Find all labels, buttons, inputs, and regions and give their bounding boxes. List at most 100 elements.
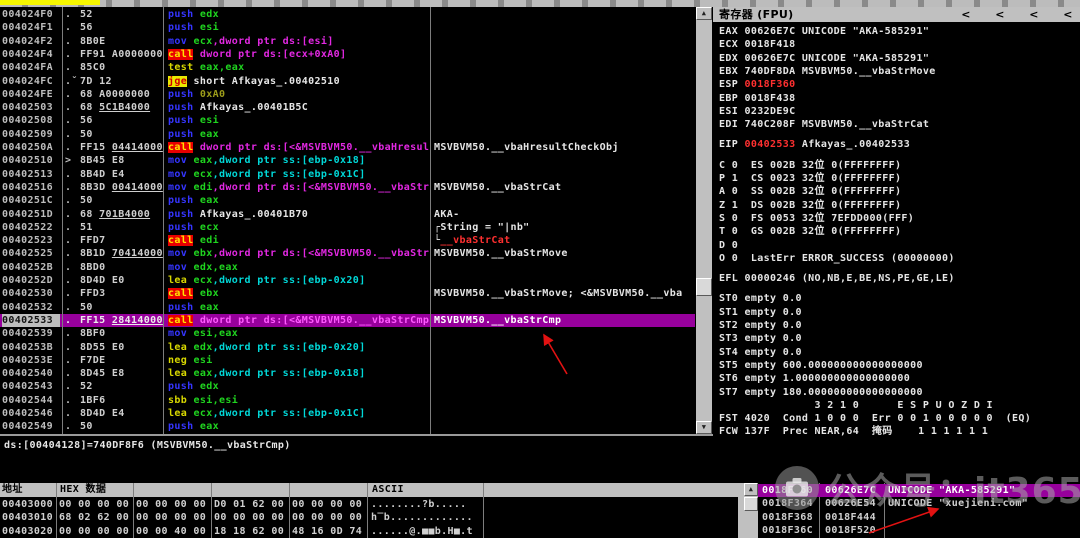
- address-cell[interactable]: 004024F0: [2, 8, 60, 21]
- register-line[interactable]: 3 2 1 0 E S P U O Z D I: [719, 399, 993, 412]
- disasm-row[interactable]: 004024FC.ˇ7D 12jge short Afkayas_.004025…: [0, 75, 695, 88]
- address-cell[interactable]: 00402530: [2, 287, 60, 300]
- disasm-row[interactable]: 00402543.52push edx: [0, 380, 695, 393]
- stack-row[interactable]: 0018F36C0018F520: [758, 524, 1080, 537]
- disasm-row[interactable]: 00402516.8B3D 00414000mov edi,dword ptr …: [0, 181, 695, 194]
- stack-row[interactable]: 0018F36400626E54UNICODE "xuejieni.com": [758, 497, 1080, 510]
- instruction[interactable]: mov edx,eax: [168, 261, 429, 274]
- collapse-button[interactable]: <: [1024, 7, 1044, 22]
- disasm-row[interactable]: 00402508.56push esi: [0, 114, 695, 127]
- disasm-row[interactable]: 00402533.FF15 28414000call dword ptr ds:…: [0, 314, 695, 327]
- instruction[interactable]: push ecx: [168, 221, 429, 234]
- address-cell[interactable]: 00402544: [2, 394, 60, 407]
- address-cell[interactable]: 00402510: [2, 154, 60, 167]
- scrollbar-thumb[interactable]: [744, 497, 758, 511]
- dump-row[interactable]: 0040301068 02 62 0000 00 00 0000 00 00 0…: [0, 511, 738, 524]
- address-cell[interactable]: 004024F2: [2, 35, 60, 48]
- register-line[interactable]: S 0 FS 0053 32位 7EFDD000(FFF): [719, 212, 914, 225]
- register-line[interactable]: FST 4020 Cond 1 0 0 0 Err 0 0 1 0 0 0 0 …: [719, 412, 1031, 425]
- instruction[interactable]: push eax: [168, 420, 429, 433]
- disasm-row[interactable]: 00402513.8B4D E4mov ecx,dword ptr ss:[eb…: [0, 168, 695, 181]
- address-cell[interactable]: 00402516: [2, 181, 60, 194]
- hex-bytes-group[interactable]: 00 00 00 00: [292, 511, 365, 524]
- register-line[interactable]: EAX 00626E7C UNICODE "AKA-585291": [719, 25, 929, 38]
- scrollbar-up-icon[interactable]: ▲: [696, 7, 712, 20]
- register-line[interactable]: FCW 137F Prec NEAR,64 掩码 1 1 1 1 1 1: [719, 425, 988, 438]
- instruction[interactable]: push 0xA0: [168, 88, 429, 101]
- address-cell[interactable]: 00402546: [2, 407, 60, 420]
- disasm-row[interactable]: 00402532.50push eax: [0, 301, 695, 314]
- register-line[interactable]: C 0 ES 002B 32位 0(FFFFFFFF): [719, 159, 901, 172]
- register-line[interactable]: ST6 empty 1.000000000000000000: [719, 372, 910, 385]
- disasm-row[interactable]: 00402503.68 5C1B4000push Afkayas_.00401B…: [0, 101, 695, 114]
- register-line[interactable]: ST3 empty 0.0: [719, 332, 802, 345]
- register-line[interactable]: ECX 0018F418: [719, 38, 795, 51]
- address-cell[interactable]: 0040250A: [2, 141, 60, 154]
- instruction[interactable]: push eax: [168, 128, 429, 141]
- disasm-row[interactable]: 00402525.8B1D 70414000mov ebx,dword ptr …: [0, 247, 695, 260]
- disasm-row[interactable]: 00402544.1BF6sbb esi,esi: [0, 394, 695, 407]
- register-line[interactable]: A 0 SS 002B 32位 0(FFFFFFFF): [719, 185, 901, 198]
- address-cell[interactable]: 00402532: [2, 301, 60, 314]
- hex-dump-pane[interactable]: 地址 HEX 数据 ASCII 0040300000 00 00 0000 00…: [0, 483, 738, 538]
- disasm-row[interactable]: 0040251C.50push eax: [0, 194, 695, 207]
- register-line[interactable]: EFL 00000246 (NO,NB,E,BE,NS,PE,GE,LE): [719, 272, 955, 285]
- disasm-row[interactable]: 0040253B.8D55 E0lea edx,dword ptr ss:[eb…: [0, 341, 695, 354]
- disasm-row[interactable]: 00402540.8D45 E8lea eax,dword ptr ss:[eb…: [0, 367, 695, 380]
- register-line[interactable]: Z 1 DS 002B 32位 0(FFFFFFFF): [719, 199, 901, 212]
- disasm-scrollbar[interactable]: ▲ ▼: [696, 7, 712, 483]
- register-line[interactable]: EIP 00402533 Afkayas_.00402533: [719, 138, 910, 151]
- instruction[interactable]: jge short Afkayas_.00402510: [168, 75, 429, 88]
- instruction[interactable]: mov esi,eax: [168, 327, 429, 340]
- address-cell[interactable]: 00402503: [2, 101, 60, 114]
- disasm-row[interactable]: 004024F2.8B0Emov ecx,dword ptr ds:[esi]: [0, 35, 695, 48]
- instruction[interactable]: push esi: [168, 114, 429, 127]
- disasm-row[interactable]: 00402523.FFD7call edi└__vbaStrCat: [0, 234, 695, 247]
- register-line[interactable]: P 1 CS 0023 32位 0(FFFFFFFF): [719, 172, 901, 185]
- collapse-button[interactable]: <: [1058, 7, 1078, 22]
- register-line[interactable]: ESP 0018F360: [719, 78, 795, 91]
- collapse-button[interactable]: <: [956, 7, 976, 22]
- register-line[interactable]: ST1 empty 0.0: [719, 306, 802, 319]
- address-cell[interactable]: 0040253E: [2, 354, 60, 367]
- hex-bytes-group[interactable]: 00 00 00 00: [136, 511, 209, 524]
- disasm-row[interactable]: 00402549.50push eax: [0, 420, 695, 433]
- instruction[interactable]: call dword ptr ds:[<&MSVBVM50.__vbaHresu…: [168, 141, 429, 154]
- address-cell[interactable]: 004024FC: [2, 75, 60, 88]
- address-cell[interactable]: 0040251D: [2, 208, 60, 221]
- hex-bytes-group[interactable]: 00 00 00 00: [59, 498, 132, 511]
- disasm-row[interactable]: 004024F4.FF91 A0000000call dword ptr ds:…: [0, 48, 695, 61]
- register-line[interactable]: ST0 empty 0.0: [719, 292, 802, 305]
- instruction[interactable]: lea edx,dword ptr ss:[ebp-0x20]: [168, 341, 429, 354]
- address-cell[interactable]: 00402523: [2, 234, 60, 247]
- instruction[interactable]: push eax: [168, 194, 429, 207]
- disasm-row[interactable]: 00402510>8B45 E8mov eax,dword ptr ss:[eb…: [0, 154, 695, 167]
- instruction[interactable]: sbb esi,esi: [168, 394, 429, 407]
- address-cell[interactable]: 00402543: [2, 380, 60, 393]
- register-line[interactable]: O 0 LastErr ERROR_SUCCESS (00000000): [719, 252, 955, 265]
- disasm-row[interactable]: 004024FE.68 A0000000push 0xA0: [0, 88, 695, 101]
- register-line[interactable]: ST7 empty 180.000000000000000000: [719, 386, 923, 399]
- address-cell[interactable]: 00402508: [2, 114, 60, 127]
- register-line[interactable]: EDI 740C208F MSVBVM50.__vbaStrCat: [719, 118, 929, 131]
- hex-bytes-group[interactable]: 48 16 0D 74: [292, 525, 365, 538]
- disassembly-pane[interactable]: 004024F0.52push edx004024F1.56push esi00…: [0, 7, 696, 434]
- address-cell[interactable]: 00402533: [2, 314, 60, 327]
- register-line[interactable]: EBX 740DF8DA MSVBVM50.__vbaStrMove: [719, 65, 936, 78]
- instruction[interactable]: mov ecx,dword ptr ss:[ebp-0x1C]: [168, 168, 429, 181]
- instruction[interactable]: push edx: [168, 380, 429, 393]
- disasm-row[interactable]: 00402546.8D4D E4lea ecx,dword ptr ss:[eb…: [0, 407, 695, 420]
- address-cell[interactable]: 00402513: [2, 168, 60, 181]
- instruction[interactable]: push Afkayas_.00401B70: [168, 208, 429, 221]
- hex-bytes-group[interactable]: 00 00 40 00: [136, 525, 209, 538]
- disasm-row[interactable]: 00402509.50push eax: [0, 128, 695, 141]
- instruction[interactable]: mov ecx,dword ptr ds:[esi]: [168, 35, 429, 48]
- disasm-row[interactable]: 00402539.8BF0mov esi,eax: [0, 327, 695, 340]
- address-cell[interactable]: 004024F4: [2, 48, 60, 61]
- address-cell[interactable]: 00402549: [2, 420, 60, 433]
- address-cell[interactable]: 0040252D: [2, 274, 60, 287]
- stack-row[interactable]: 0018F36000626E7CUNICODE "AKA-585291": [758, 484, 1080, 497]
- active-tab-indicator[interactable]: [0, 0, 100, 5]
- register-line[interactable]: ESI 0232DE9C: [719, 105, 795, 118]
- register-line[interactable]: EDX 00626E7C UNICODE "AKA-585291": [719, 52, 929, 65]
